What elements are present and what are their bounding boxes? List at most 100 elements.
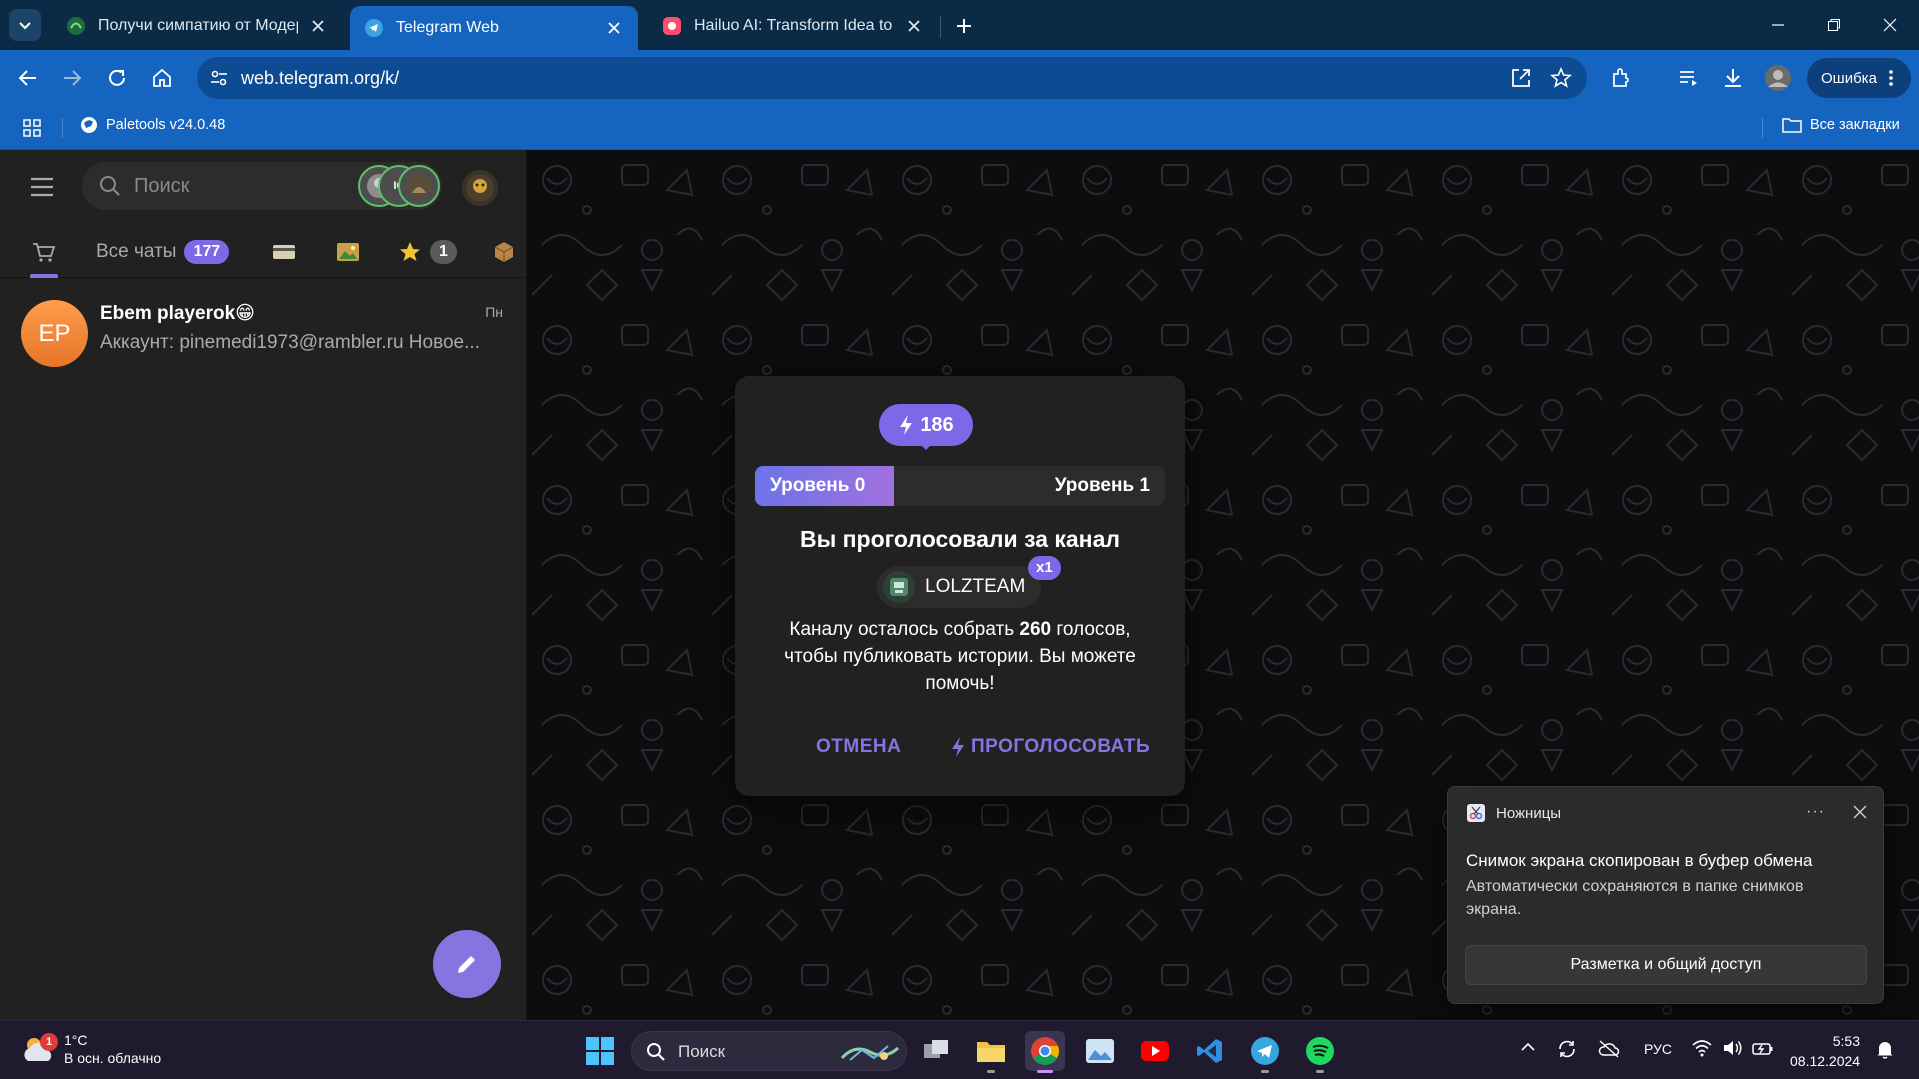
forward-button[interactable] [56, 62, 88, 94]
close-icon[interactable] [308, 16, 328, 36]
channel-name: LOLZTEAM [925, 576, 1026, 597]
vote-button[interactable]: ПРОГОЛОСОВАТЬ [951, 736, 1150, 758]
star-bookmark-icon[interactable] [1549, 66, 1573, 90]
tab-title: Получи симпатию от Модерат [98, 17, 298, 34]
folder-icon [977, 1042, 1005, 1062]
avatar-icon [466, 174, 494, 202]
bookmark-paletools[interactable]: Paletools v24.0.48 [80, 116, 225, 134]
taskbar-spotify[interactable] [1300, 1031, 1340, 1073]
taskbar-vscode[interactable] [1190, 1031, 1230, 1071]
back-button[interactable] [12, 62, 44, 94]
account-avatar[interactable] [462, 170, 498, 206]
apps-grid-icon[interactable] [22, 118, 42, 138]
chat-list-item[interactable]: EP Ebem playerok😁 Пн Аккаунт: pinemedi19… [8, 292, 519, 374]
system-clock[interactable]: 5:53 08.12.2024 [1790, 1031, 1860, 1071]
task-view-icon [924, 1040, 948, 1058]
site-settings-icon[interactable] [209, 68, 229, 88]
profile-error-button[interactable]: Ошибка [1807, 58, 1911, 98]
story-avatar[interactable] [398, 165, 440, 207]
search-placeholder: Поиск [134, 175, 190, 197]
active-folder-indicator [30, 274, 58, 278]
taskbar-chrome[interactable] [1025, 1031, 1065, 1073]
taskbar-telegram[interactable] [1245, 1031, 1285, 1073]
tab-separator [940, 16, 941, 38]
search-icon [100, 176, 120, 196]
hailuo-favicon-icon [663, 17, 681, 35]
votes-needed: 260 [1019, 619, 1052, 640]
close-icon[interactable] [604, 18, 624, 38]
close-icon[interactable] [1853, 805, 1867, 819]
windows-taskbar: 1 1°C В осн. облачно Поиск РУС 5:53 08.1… [0, 1020, 1919, 1079]
unread-count-badge: 1 [430, 240, 457, 264]
cancel-button[interactable]: ОТМЕНА [816, 736, 901, 758]
tab-search-button[interactable] [9, 9, 41, 41]
sync-icon[interactable] [1556, 1039, 1578, 1059]
weather-icon-wrap: 1 [20, 1033, 58, 1065]
volume-icon[interactable] [1722, 1039, 1744, 1057]
markup-share-button[interactable]: Разметка и общий доступ [1465, 945, 1867, 985]
taskbar-search[interactable]: Поиск [631, 1031, 907, 1071]
notification-more-button[interactable]: ··· [1806, 803, 1825, 821]
tab-title: Hailuo AI: Transform Idea to Vis [694, 17, 894, 34]
taskbar-photos[interactable] [1080, 1031, 1120, 1071]
windows-start-icon[interactable] [584, 1035, 616, 1067]
folder-icon [1782, 118, 1802, 133]
description-part: Каналу осталось собрать [789, 619, 1020, 640]
divider [1762, 118, 1763, 138]
folder-tab-pictures[interactable] [336, 236, 360, 268]
notification-bell-icon[interactable] [1876, 1039, 1894, 1059]
tab-hailuo[interactable]: Hailuo AI: Transform Idea to Vis [648, 6, 938, 46]
chat-folders-tabs: Все чаты 177 1 [0, 226, 527, 278]
taskbar-youtube[interactable] [1135, 1031, 1175, 1071]
menu-hamburger-icon[interactable] [30, 177, 54, 197]
home-button[interactable] [146, 62, 178, 94]
open-in-app-icon[interactable] [1509, 66, 1533, 90]
avatar-icon [1765, 65, 1791, 91]
browser-tab-bar: Получи симпатию от Модерат Telegram Web … [0, 0, 1919, 50]
battery-plug-icon[interactable] [1752, 1039, 1774, 1059]
downloads-button[interactable] [1717, 62, 1749, 94]
reload-button[interactable] [101, 62, 133, 94]
stories-avatars[interactable]: IC [358, 165, 440, 207]
new-tab-plus-icon[interactable] [950, 12, 978, 40]
url-text[interactable]: web.telegram.org/k/ [241, 68, 399, 89]
tab-moderator[interactable]: Получи симпатию от Модерат [52, 6, 342, 46]
new-message-button[interactable] [433, 930, 501, 998]
running-indicator [987, 1070, 995, 1073]
chrome-icon [1031, 1037, 1059, 1065]
extensions-button[interactable] [1605, 62, 1637, 94]
vscode-icon [1197, 1039, 1222, 1063]
avatar-icon [407, 174, 431, 198]
running-indicator [1037, 1070, 1053, 1073]
more-vertical-icon[interactable] [1881, 68, 1901, 88]
tab-telegram[interactable]: Telegram Web [350, 6, 638, 50]
cloud-offline-icon[interactable] [1598, 1039, 1620, 1059]
close-window-button[interactable] [1874, 10, 1906, 40]
folder-tab-card[interactable] [272, 236, 296, 268]
download-icon [1725, 69, 1741, 87]
close-icon[interactable] [904, 16, 924, 36]
taskbar-task-view[interactable] [916, 1031, 956, 1071]
folder-tab-shop[interactable] [32, 236, 56, 268]
media-controls-button[interactable] [1673, 62, 1705, 94]
folder-tab-box[interactable] [492, 236, 516, 268]
profile-avatar[interactable] [1762, 62, 1794, 94]
input-language[interactable]: РУС [1644, 1041, 1672, 1057]
lolz-favicon-icon [67, 17, 85, 35]
folder-tab-favorites[interactable]: 1 [398, 236, 457, 268]
chevron-up-icon[interactable] [1520, 1039, 1536, 1055]
minimize-button[interactable] [1762, 10, 1794, 40]
weather-widget[interactable]: 1 1°C В осн. облачно [20, 1031, 161, 1067]
reload-icon [109, 69, 125, 86]
vote-label: ПРОГОЛОСОВАТЬ [971, 736, 1151, 757]
all-bookmarks-button[interactable]: Все закладки [1782, 116, 1900, 134]
boost-count: 186 [920, 413, 954, 436]
folder-tab-all-chats[interactable]: Все чаты 177 [96, 236, 230, 268]
boost-count-badge: 186 [879, 404, 973, 446]
restore-button[interactable] [1818, 10, 1850, 40]
globe-icon [81, 117, 97, 133]
cancel-label: ОТМЕНА [816, 736, 902, 757]
address-bar[interactable]: web.telegram.org/k/ [197, 57, 1587, 99]
taskbar-file-explorer[interactable] [971, 1031, 1011, 1073]
wifi-icon[interactable] [1692, 1039, 1712, 1057]
